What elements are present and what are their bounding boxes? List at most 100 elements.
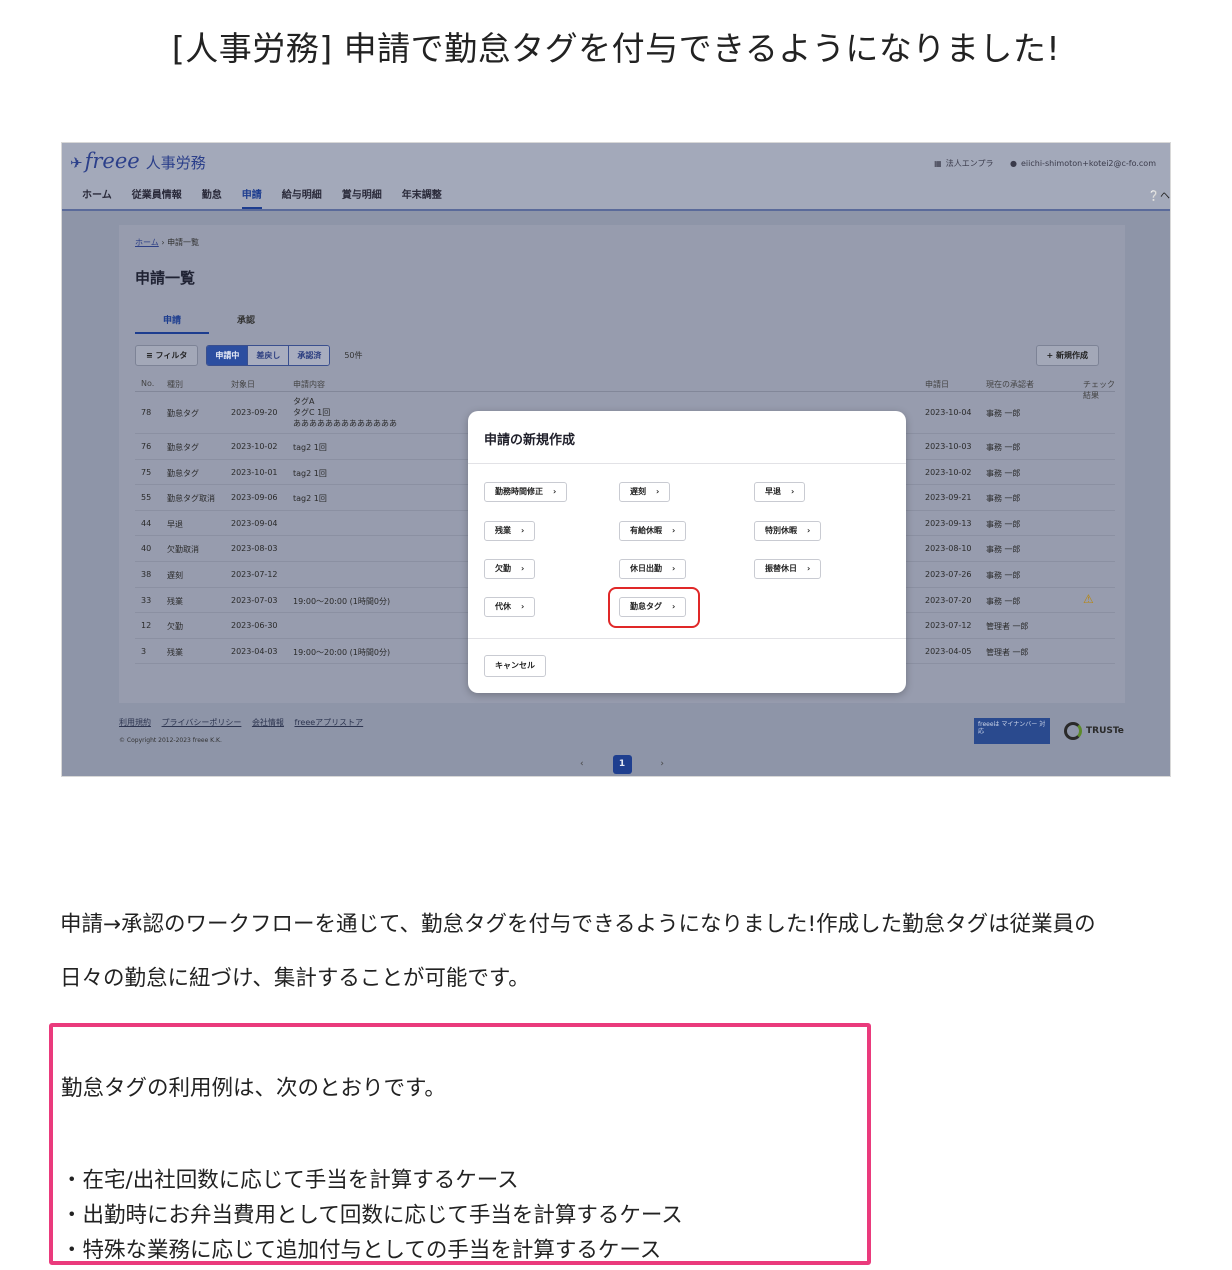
option-holiday-work[interactable]: 休日出勤 › [619,559,687,579]
chevron-right-icon: › [672,602,676,611]
nav-bonus[interactable]: 賞与明細 [342,186,382,209]
footer-terms[interactable]: 利用規約 [119,718,151,727]
nav-requests[interactable]: 申請 [241,186,262,209]
new-request-button[interactable]: + 新規作成 [1035,345,1099,366]
option-attendance-tag[interactable]: 勤怠タグ › [619,597,687,617]
nav-home[interactable]: ホーム [82,186,112,209]
status-pending[interactable]: 申請中 [207,346,249,365]
option-special-leave[interactable]: 特別休暇 › [754,521,822,541]
chevron-right-icon: › [807,526,811,535]
footer-appstore[interactable]: freeeアプリストア [294,718,363,727]
col-date: 対象日 [231,380,255,389]
option-substitute-holiday[interactable]: 振替休日 › [754,559,822,579]
cell-requested: 2023-07-12 [925,621,972,631]
chevron-right-icon: › [656,487,660,496]
cell-requested: 2023-08-10 [925,544,972,554]
cell-date: 2023-06-30 [231,621,278,631]
option-overtime[interactable]: 残業 › [484,521,536,541]
pager-prev[interactable]: ‹ [580,759,584,769]
cell-approver: 事務 一郎 [986,519,1021,529]
option-paid-leave[interactable]: 有給休暇 › [619,521,687,541]
footer-company[interactable]: 会社情報 [252,718,284,727]
cell-requested: 2023-10-03 [925,442,972,451]
help-label: ヘ [1160,191,1170,202]
help-link[interactable]: ❔ヘ [1148,187,1170,202]
chevron-right-icon: › [521,602,525,611]
list-item: ・在宅/出社回数に応じて手当を計算するケース [61,1168,519,1193]
page-size-select[interactable]: 50件 [344,350,362,361]
cell-no: 40 [141,544,152,554]
nav-year-end[interactable]: 年末調整 [402,186,442,209]
cell-date: 2023-10-01 [231,467,278,477]
col-content: 申請内容 [293,380,325,389]
header-user[interactable]: eiichi-shimoton+kotei2@c-fo.com [1021,159,1156,168]
option-late[interactable]: 遅刻 › [619,482,671,502]
list-item: ・出勤時にお弁当費用として回数に応じて手当を計算するケース [61,1203,683,1228]
filter-button[interactable]: ≡ フィルタ [135,345,199,366]
cell-type: 残業 [167,596,183,606]
mynumber-badge[interactable]: freeeは マイナンバー 対応 [974,718,1050,744]
modal-divider [468,463,906,464]
logo-product: 人事労務 [145,154,206,172]
pager-page-1[interactable]: 1 [612,755,632,774]
cell-no: 55 [141,493,152,503]
request-list-card: ホーム › 申請一覧 申請一覧 申請 承認 ≡ フィルタ 申請中 差戻し 承認済… [119,225,1125,774]
cell-date: 2023-07-12 [231,569,278,579]
cell-no: 3 [141,646,147,656]
cancel-button[interactable]: キャンセル [484,655,546,677]
col-requested: 申請日 [925,380,949,389]
breadcrumb: ホーム › 申請一覧 [135,237,199,248]
cell-no: 75 [141,467,152,477]
tab-requests[interactable]: 申請 [135,313,209,334]
cell-type: 勤怠タグ [167,409,199,418]
freee-logo[interactable]: ✈freee 人事労務 [70,149,206,173]
cell-type: 勤怠タグ [167,468,199,478]
chevron-right-icon: › [521,526,525,535]
filter-row: ≡ フィルタ 申請中 差戻し 承認済 50件 [135,345,363,366]
status-approved[interactable]: 承認済 [289,346,330,365]
option-early-leave[interactable]: 早退 › [754,482,806,502]
cell-date: 2023-08-03 [231,544,278,554]
truste-badge[interactable]: TRUSTe [1062,720,1140,742]
cell-content: tag2 1回 [293,494,327,504]
list-item: ・特殊な業務に応じて追加付与としての手当を計算するケース [61,1238,662,1263]
cell-no: 76 [141,442,152,451]
header-account: ▦ 法人エンプラ ● eiichi-shimoton+kotei2@c-fo.com [920,158,1156,169]
chevron-right-icon: › [521,564,525,573]
option-work-time-correction[interactable]: 勤務時間修正 › [484,482,568,502]
chevron-right-icon: › [807,564,811,573]
main-nav: ホーム 従業員情報 勤怠 申請 給与明細 賞与明細 年末調整 [82,186,442,209]
nav-employees[interactable]: 従業員情報 [132,186,182,209]
breadcrumb-home[interactable]: ホーム [135,238,159,247]
new-request-label: 新規作成 [1056,351,1088,360]
status-returned[interactable]: 差戻し [248,346,290,365]
option-compensatory-leave[interactable]: 代休 › [484,597,536,617]
cell-requested: 2023-07-26 [925,569,972,579]
option-absence[interactable]: 欠勤 › [484,559,536,579]
col-type: 種別 [167,380,183,389]
footer-links: 利用規約 プライバシーポリシー 会社情報 freeeアプリストア [119,717,371,728]
cell-approver: 事務 一郎 [986,596,1021,606]
callout-lead: 勤怠タグの利用例は、次のとおりです。 [61,1076,446,1101]
usage-examples-callout: 勤怠タグの利用例は、次のとおりです。 ・在宅/出社回数に応じて手当を計算するケー… [49,1023,871,1265]
cell-requested: 2023-10-04 [925,408,972,417]
cell-approver: 事務 一郎 [986,468,1021,478]
cell-no: 33 [141,595,152,605]
header-company[interactable]: 法人エンプラ [946,159,994,168]
truste-label: TRUSTe [1086,726,1124,736]
cell-content: タグA タグC 1回 あああああああああああああ [293,397,397,428]
cell-no: 12 [141,621,152,631]
nav-attendance[interactable]: 勤怠 [202,186,222,209]
cell-approver: 事務 一郎 [986,443,1021,452]
footer-privacy[interactable]: プライバシーポリシー [162,718,242,727]
modal-divider [468,638,906,639]
tab-approvals[interactable]: 承認 [209,313,283,334]
cell-date: 2023-09-20 [231,408,278,417]
cell-requested: 2023-04-05 [925,646,972,656]
cell-type: 勤怠タグ取消 [167,494,215,504]
paragraph-line-2: 日々の勤怠に紐づけ、集計することが可能です。 [60,966,530,991]
filter-icon: ≡ [146,351,156,360]
nav-payslips[interactable]: 給与明細 [282,186,322,209]
cell-date: 2023-04-03 [231,646,278,656]
pager-next[interactable]: › [660,759,664,769]
